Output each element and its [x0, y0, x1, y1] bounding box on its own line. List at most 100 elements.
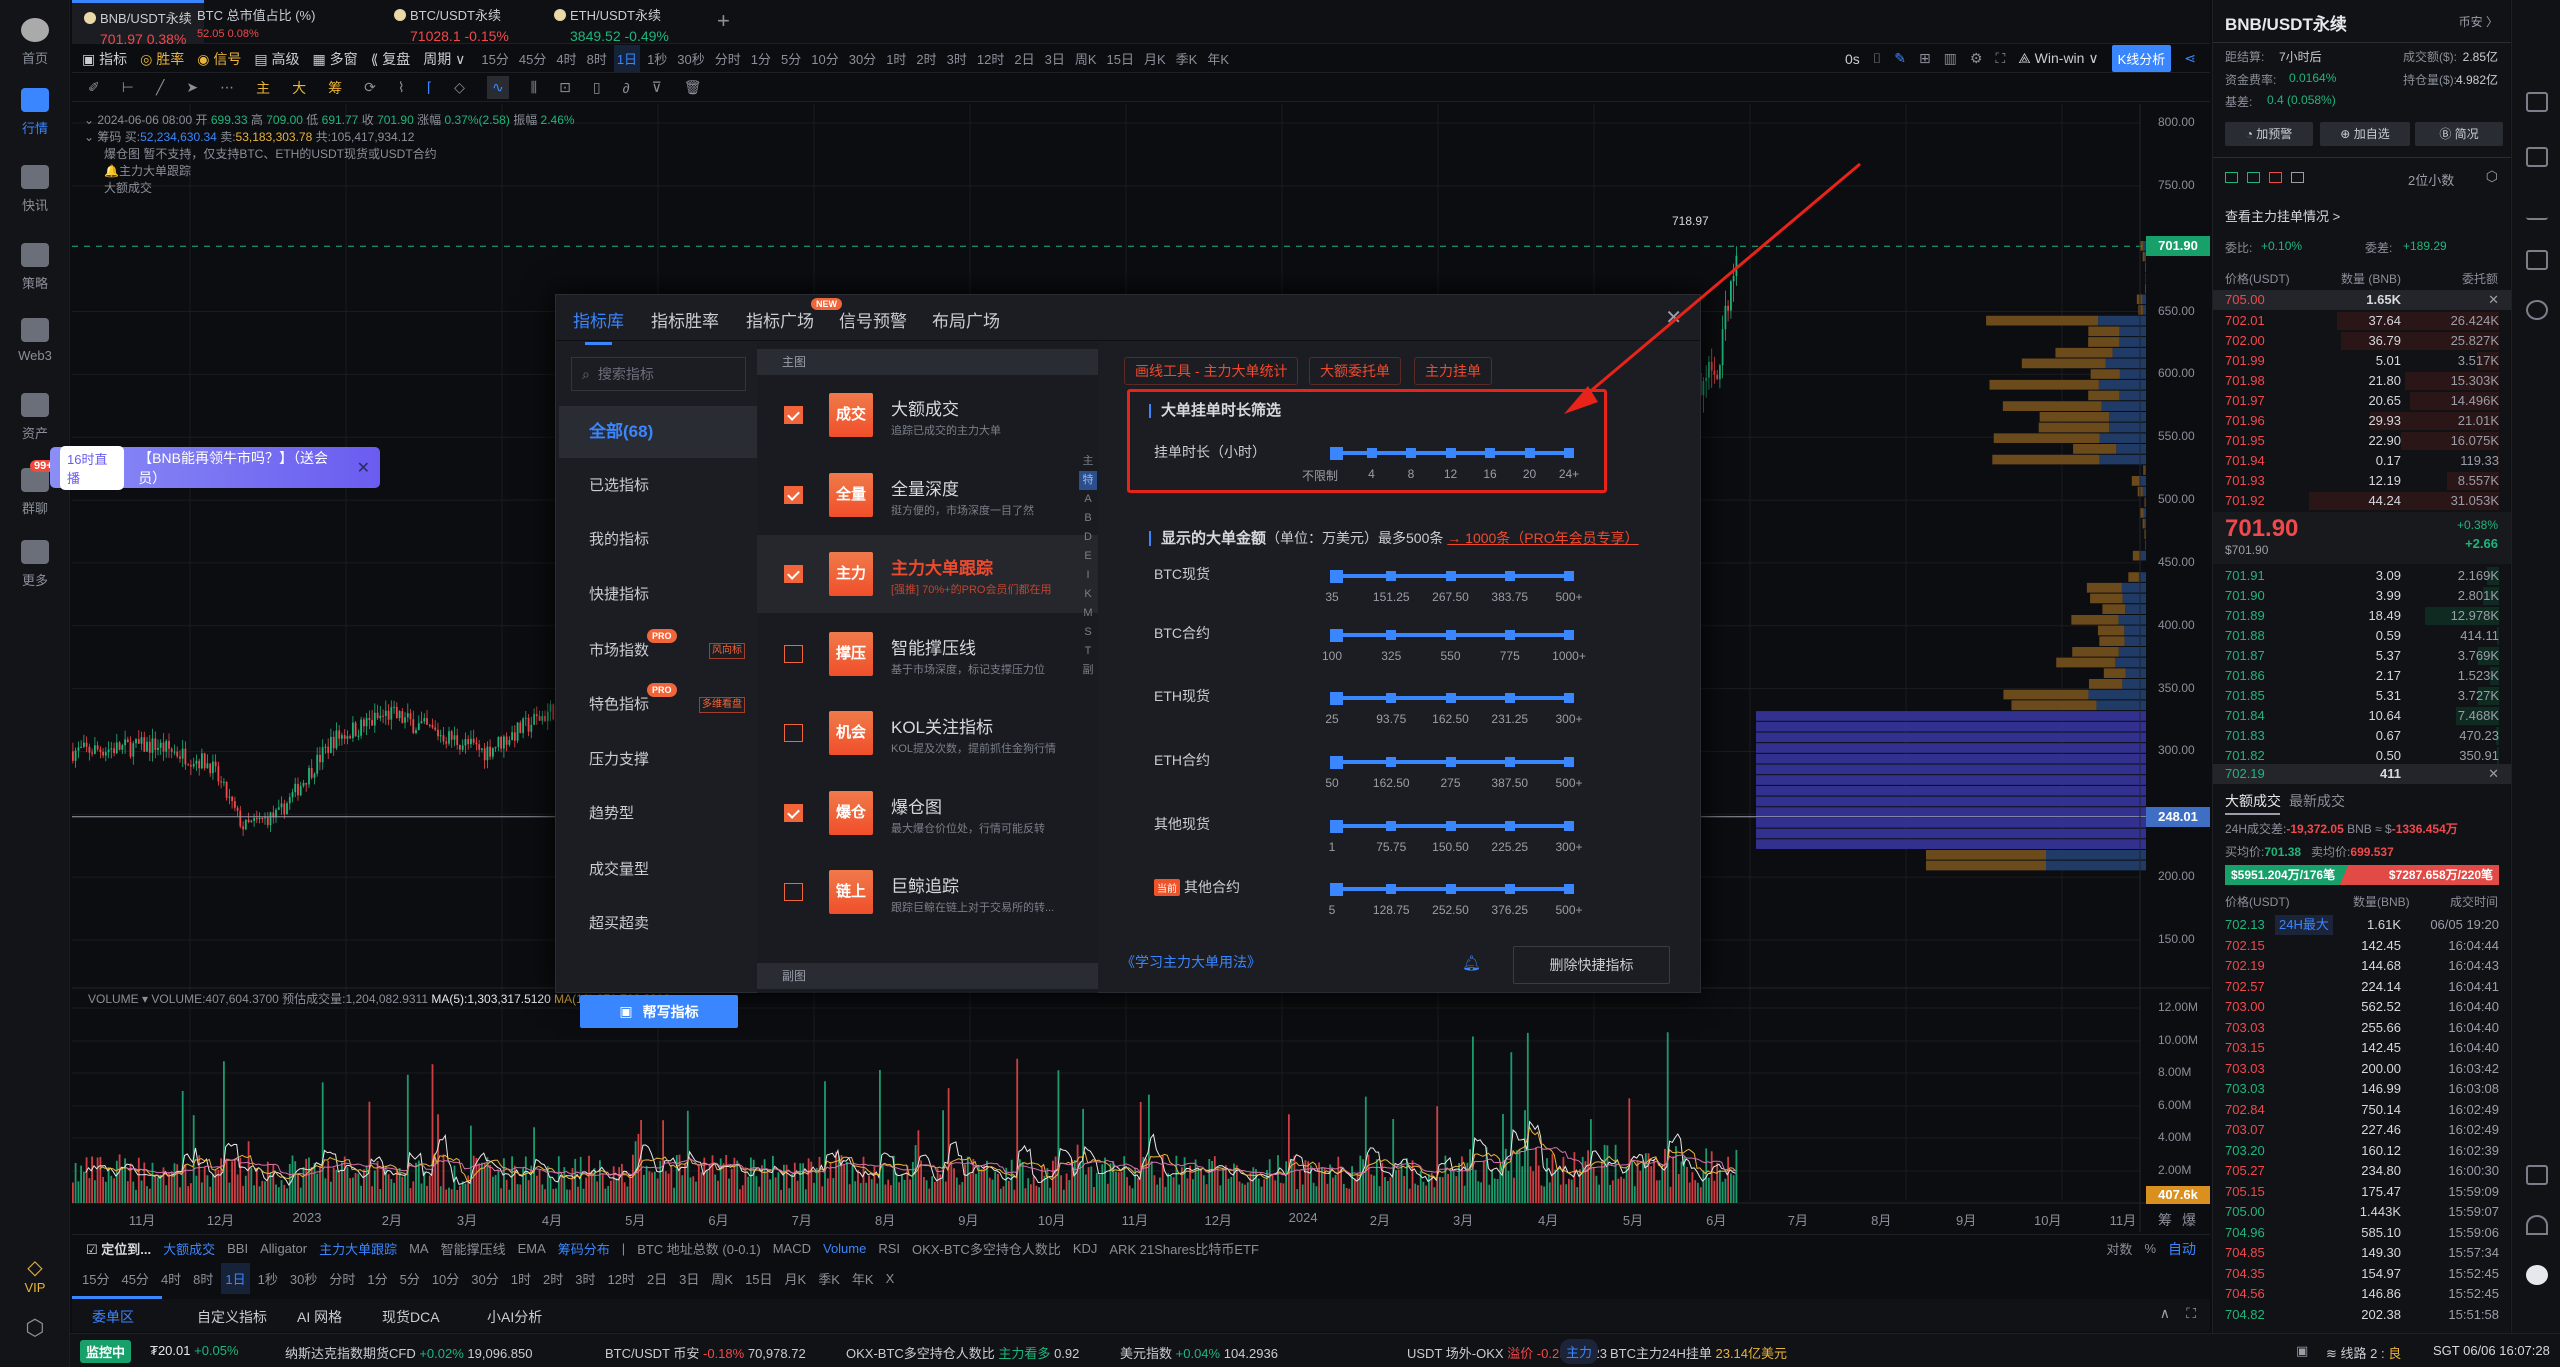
slider-handle[interactable]: [1366, 448, 1377, 458]
calculator-icon[interactable]: ▥: [1944, 50, 1957, 67]
nav-item-7[interactable]: 更多: [0, 540, 70, 589]
slider-handle[interactable]: [1330, 883, 1343, 896]
trash-icon[interactable]: 🗑: [684, 79, 702, 96]
interval-16[interactable]: 2日: [1011, 45, 1037, 72]
indicator-toggle[interactable]: 智能撑压线: [441, 1239, 506, 1258]
book-row[interactable]: 702.00 36.79 25.827K: [2213, 331, 2511, 351]
book-row[interactable]: 701.93 12.19 8.557K: [2213, 471, 2511, 491]
bottom-interval-7[interactable]: 分时: [325, 1263, 359, 1294]
slider-handle[interactable]: [1330, 692, 1343, 705]
letter-index-item[interactable]: T: [1079, 642, 1097, 661]
bottom-tab-3[interactable]: 现货DCA: [382, 1307, 440, 1327]
bottom-interval-8[interactable]: 1分: [363, 1263, 391, 1294]
trade-row[interactable]: 702.15 142.45 16:04:44: [2213, 936, 2511, 956]
amount-slider[interactable]: 25 93.75 162.50 231.25 300+: [1325, 692, 1583, 726]
locate-button[interactable]: ☑ 定位到...: [86, 1239, 151, 1258]
letter-index-item[interactable]: A: [1079, 490, 1097, 509]
interval-7[interactable]: 分时: [712, 45, 744, 72]
category-item[interactable]: 全部(68): [559, 406, 757, 458]
signal-button[interactable]: ◉ 信号: [197, 49, 241, 69]
panel-button-2[interactable]: Ⓑ 简况: [2415, 122, 2503, 146]
share-icon[interactable]: ⋖: [2184, 50, 2196, 67]
bottom-interval-4[interactable]: 1日: [221, 1262, 250, 1294]
slider-handle[interactable]: [1445, 571, 1456, 581]
main-force-tool[interactable]: 主: [256, 78, 270, 98]
bottom-interval-20[interactable]: 月K: [781, 1263, 811, 1294]
indicator-item[interactable]: 机会 KOL关注指标 KOL提及次数，提前抓住金狗行情: [757, 694, 1098, 772]
book-row[interactable]: 701.83 0.67 470.23: [2213, 726, 2511, 746]
panel-button-1[interactable]: ⊕ 加自选: [2320, 122, 2410, 146]
trades-tab-big[interactable]: 大额成交: [2225, 791, 2281, 811]
slider-handle[interactable]: [1485, 448, 1495, 458]
trade-row[interactable]: 703.03 200.00 16:03:42: [2213, 1059, 2511, 1079]
slider-handle[interactable]: [1330, 570, 1343, 583]
slider-handle[interactable]: [1564, 757, 1574, 767]
modal-tab-2[interactable]: 指标广场 NEW: [746, 298, 842, 332]
amount-slider[interactable]: 50 162.50 275 387.50 500+: [1325, 756, 1583, 790]
add-tab-icon[interactable]: +: [717, 8, 730, 34]
slider-handle[interactable]: [1386, 630, 1397, 640]
slider-handle[interactable]: [1504, 630, 1515, 640]
slider-handle[interactable]: [1564, 884, 1574, 894]
trade-row[interactable]: 702.19 144.68 16:04:43: [2213, 956, 2511, 976]
bracket-icon[interactable]: ⌈: [427, 79, 432, 96]
indicator-toggle[interactable]: ARK 21Shares比特币ETF: [1109, 1239, 1259, 1258]
indicator-checkbox[interactable]: [784, 565, 803, 583]
book-layout-icon[interactable]: [2269, 172, 2282, 183]
slider-handle[interactable]: [1386, 693, 1397, 703]
bottom-interval-23[interactable]: X: [882, 1265, 899, 1292]
shortcut-tag[interactable]: 主力挂单: [1414, 357, 1492, 385]
search-input[interactable]: ⌕ 搜索指标: [571, 357, 746, 391]
trade-row[interactable]: 703.07 227.46 16:02:49: [2213, 1120, 2511, 1140]
category-item[interactable]: 趋势型: [559, 794, 757, 834]
indicator-item[interactable]: 全量 全量深度 挺方便的，市场深度一目了然: [757, 456, 1098, 534]
book-row[interactable]: 701.95 22.90 16.075K: [2213, 431, 2511, 451]
letter-index-item[interactable]: I: [1079, 566, 1097, 585]
kline-analysis-button[interactable]: K线分析: [2111, 45, 2172, 72]
letter-index-item[interactable]: S: [1079, 623, 1097, 642]
interval-12[interactable]: 1时: [883, 45, 909, 72]
slider-handle[interactable]: [1445, 448, 1456, 458]
replay-button[interactable]: ⟪ 复盘: [371, 49, 411, 69]
slider-handle[interactable]: [1564, 571, 1574, 581]
indicator-checkbox[interactable]: [784, 644, 803, 663]
slider-handle[interactable]: [1330, 447, 1343, 460]
letter-index-item[interactable]: B: [1079, 509, 1097, 528]
book-row[interactable]: 701.94 0.17 119.33: [2213, 451, 2511, 471]
signal-bars-icon[interactable]: [2526, 200, 2548, 220]
trade-row[interactable]: 702.57 224.14 16:04:41: [2213, 977, 2511, 997]
interval-3[interactable]: 8时: [584, 45, 610, 72]
bottom-interval-0[interactable]: 15分: [78, 1263, 113, 1294]
exchange-link[interactable]: 币安 〉: [2459, 13, 2498, 30]
slider-handle[interactable]: [1386, 757, 1397, 767]
indicator-item[interactable]: 撑压 智能撑压线 基于市场深度，标记支撑压力位: [757, 615, 1098, 693]
expand-icon[interactable]: ⛶: [2186, 1305, 2196, 1322]
trade-row[interactable]: 705.00 1.443K 15:59:07: [2213, 1202, 2511, 1222]
help-icon[interactable]: ▣: [2296, 1343, 2308, 1359]
axis-toggle[interactable]: 爆: [2182, 1210, 2196, 1230]
chip-tool[interactable]: 筹: [328, 78, 342, 98]
note-icon[interactable]: ▯: [593, 79, 601, 96]
advanced-button[interactable]: ▤ 高级: [254, 49, 299, 69]
help-write-button[interactable]: ▣ 帮写指标: [580, 995, 738, 1028]
book-row[interactable]: 705.00 1.65K ✕: [2213, 290, 2511, 310]
amount-slider[interactable]: 100 325 550 775 1000+: [1322, 629, 1586, 663]
trade-row[interactable]: 703.03 146.99 16:03:08: [2213, 1079, 2511, 1099]
interval-9[interactable]: 5分: [778, 45, 804, 72]
slider-handle[interactable]: [1330, 820, 1343, 833]
ruler-icon[interactable]: ✐: [88, 79, 100, 96]
camera-icon[interactable]: ⌷: [1873, 50, 1881, 67]
indicator-toggle[interactable]: EMA: [518, 1241, 546, 1256]
indicator-checkbox[interactable]: [784, 724, 803, 742]
trade-row[interactable]: 703.20 160.12 16:02:39: [2213, 1141, 2511, 1161]
horizontal-line-icon[interactable]: ⊢: [122, 79, 134, 96]
bottom-interval-12[interactable]: 1时: [507, 1263, 535, 1294]
period-dropdown[interactable]: 周期 ∨: [423, 49, 465, 69]
bottom-interval-13[interactable]: 2时: [539, 1263, 567, 1294]
interval-1[interactable]: 45分: [516, 45, 549, 72]
symbol-tab[interactable]: BNB/USDT永续 701.97 0.38%: [72, 0, 204, 47]
trades-tab-latest[interactable]: 最新成交: [2289, 791, 2345, 811]
indicator-item[interactable]: 主力 主力大单跟踪 [强推] 70%+的PRO会员们都在用: [757, 535, 1098, 613]
category-item[interactable]: 我的指标: [559, 520, 757, 560]
scale-option[interactable]: 对数: [2106, 1239, 2132, 1258]
